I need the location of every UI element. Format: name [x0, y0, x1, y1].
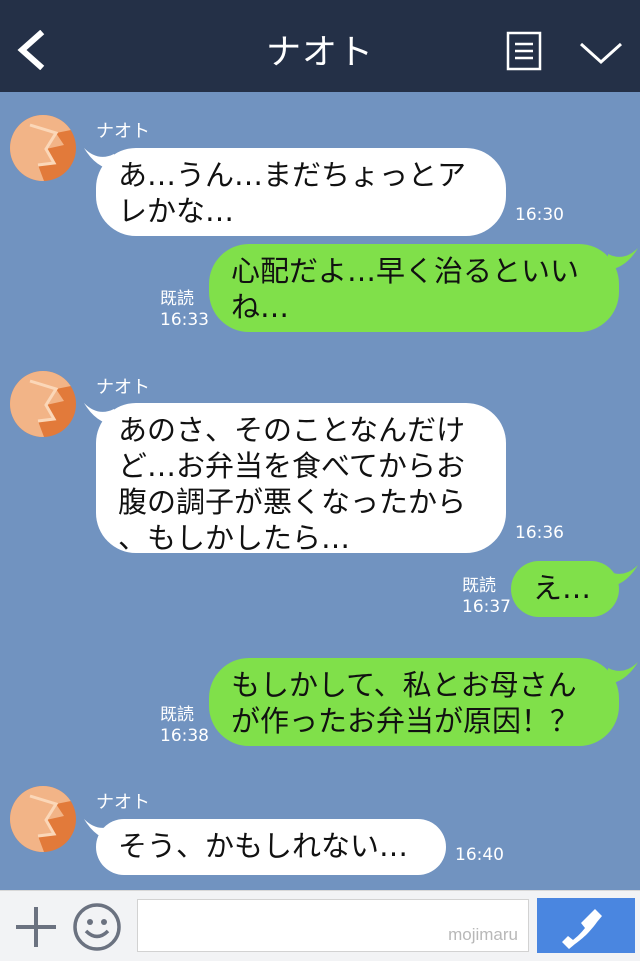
bubble-tail: [608, 565, 638, 587]
plus-icon[interactable]: [14, 905, 58, 949]
message-line: レかな…: [118, 194, 235, 228]
chevron-down-icon[interactable]: [578, 38, 624, 68]
avatar-image: [10, 371, 76, 437]
message-line: 、もしかしたら…: [118, 521, 351, 555]
read-receipt: 既読: [462, 576, 496, 596]
phone-icon: [562, 909, 602, 949]
message-bubble-incoming[interactable]: そう、かもしれない…: [96, 819, 446, 875]
chat-header: ナオト: [0, 0, 640, 92]
avatar-image: [10, 115, 76, 181]
message-line: が作ったお弁当が原因！？: [231, 704, 580, 738]
message-line: あ…うん…まだちょっとア: [118, 158, 467, 192]
message-line: ど…お弁当を食べてからお: [118, 449, 465, 483]
message-time: 16:30: [515, 205, 564, 225]
chat-area[interactable]: ナオト あ…うん…まだちょっとア レかな… 16:30 既読 16:33 心配だ…: [0, 92, 640, 890]
message-line: え…: [533, 571, 592, 605]
message-bubble-incoming[interactable]: あ…うん…まだちょっとア レかな…: [96, 148, 506, 236]
watermark: mojimaru: [448, 925, 518, 944]
message-line: もしかして、私とお母さん: [231, 668, 577, 702]
smiley-icon[interactable]: [72, 902, 122, 952]
call-button[interactable]: [537, 898, 635, 953]
message-line: 腹の調子が悪くなったから: [118, 485, 467, 519]
message-input[interactable]: mojimaru: [137, 899, 529, 952]
message-bubble-incoming[interactable]: あのさ、そのことなんだけ ど…お弁当を食べてからお 腹の調子が悪くなったから 、…: [96, 403, 506, 555]
read-receipt: 既読: [160, 289, 194, 309]
sender-name: ナオト: [96, 377, 150, 398]
message-line: 心配だよ…早く治るといい: [231, 254, 580, 288]
sender-name: ナオト: [96, 121, 150, 142]
avatar[interactable]: [10, 371, 76, 437]
message-bubble-outgoing[interactable]: 心配だよ…早く治るといい ね…: [209, 244, 619, 332]
message-time: 16:38: [160, 726, 209, 746]
message-bubble-outgoing[interactable]: え…: [511, 561, 619, 617]
avatar-image: [10, 786, 76, 852]
bubble-tail: [608, 662, 638, 684]
chat-title: ナオト: [265, 33, 374, 73]
message-line: そう、かもしれない…: [118, 829, 409, 863]
message-time: 16:36: [515, 523, 564, 543]
sender-name: ナオト: [96, 792, 150, 813]
note-list-icon[interactable]: [506, 31, 542, 71]
message-line: あのさ、そのことなんだけ: [118, 413, 466, 447]
message-time: 16:33: [160, 310, 209, 330]
avatar[interactable]: [10, 786, 76, 852]
message-time: 16:40: [455, 845, 504, 865]
input-bar: mojimaru: [0, 890, 640, 961]
avatar[interactable]: [10, 115, 76, 181]
message-bubble-outgoing[interactable]: もしかして、私とお母さん が作ったお弁当が原因！？: [209, 658, 619, 746]
message-line: ね…: [231, 290, 290, 324]
message-time: 16:37: [462, 597, 511, 617]
bubble-tail: [608, 248, 638, 270]
read-receipt: 既読: [160, 705, 194, 725]
